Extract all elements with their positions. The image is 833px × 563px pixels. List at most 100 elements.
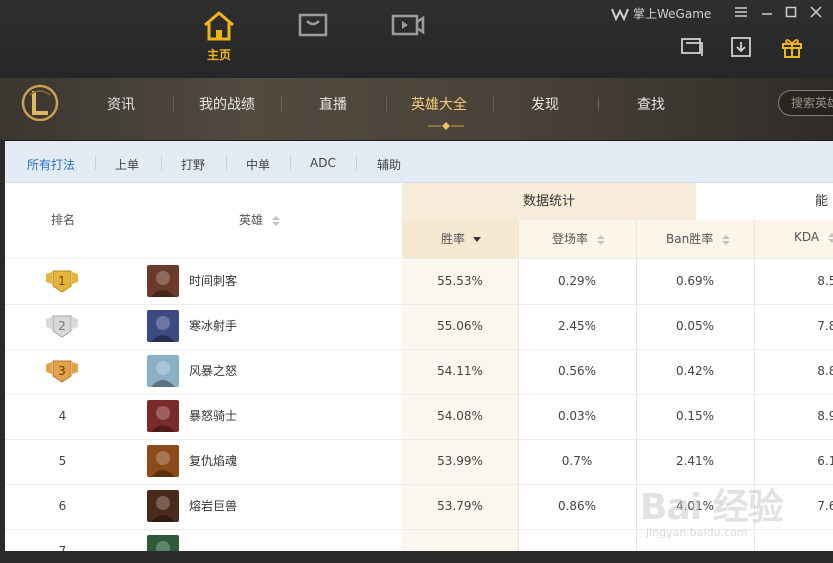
minimize-button[interactable]	[756, 3, 778, 21]
baidu-watermark: Bai 经验 jingyan.baidu.com	[640, 470, 830, 550]
filter-tab-jungle[interactable]: 打野	[181, 156, 205, 173]
table-row[interactable]: 4 暴怒骑士 54.08% 0.03% 0.15% 8.98	[5, 394, 833, 439]
header-kda[interactable]: KDA	[794, 230, 833, 244]
rank-medal-icon: 3	[46, 360, 78, 383]
header-item-live[interactable]: 直播	[319, 94, 347, 114]
hero-name[interactable]: 风暴之怒	[189, 349, 237, 394]
stats-group-header[interactable]: 数据统计	[402, 183, 696, 220]
gift-icon	[782, 39, 802, 58]
sort-icon	[722, 234, 731, 245]
header-divider	[493, 97, 494, 111]
winrate-value: 55.53%	[437, 274, 483, 288]
nav-video[interactable]	[378, 10, 438, 40]
hero-search-input[interactable]	[779, 91, 833, 115]
winrate-value: 53.99%	[437, 454, 483, 468]
hero-avatar[interactable]	[147, 265, 179, 297]
header-kda-label: KDA	[794, 230, 820, 244]
winrate-value: 53.79%	[437, 499, 483, 513]
sort-icon	[271, 215, 280, 226]
header-item-discover[interactable]: 发现	[531, 94, 559, 114]
hero-avatar[interactable]	[147, 355, 179, 387]
banwin-value: 0.15%	[675, 409, 715, 423]
hero-name[interactable]: 时间刺客	[189, 259, 237, 304]
download-button[interactable]	[730, 36, 752, 62]
hero-name[interactable]: 复仇焰魂	[189, 439, 237, 484]
lane-filter-bar: 所有打法 上单 打野 中单 ADC 辅助	[5, 141, 833, 183]
header-item-search[interactable]: 查找	[637, 94, 665, 114]
header-item-news[interactable]: 资讯	[107, 94, 135, 114]
ability-group-header[interactable]: 能	[815, 183, 828, 220]
minimize-icon	[762, 13, 772, 15]
table-row[interactable]: 1 时间刺客 55.53% 0.29% 0.69% 8.56	[5, 259, 833, 304]
rank-number: 2	[58, 319, 66, 333]
sort-icon	[827, 232, 833, 243]
hero-search[interactable]	[778, 90, 833, 116]
kda-value: 7.83	[817, 319, 833, 333]
kda-value: 8.98	[817, 409, 833, 423]
wegame-brand[interactable]: 掌上WeGame	[611, 5, 711, 22]
nav-home[interactable]: 主页	[189, 10, 249, 63]
winrate-value: 55.06%	[437, 319, 483, 333]
banwin-value: 0.69%	[675, 274, 715, 288]
menu-button[interactable]	[730, 3, 752, 21]
chat-button[interactable]	[680, 36, 704, 62]
header-banwin[interactable]: Ban胜率	[666, 230, 731, 247]
filter-tab-all[interactable]: 所有打法	[27, 156, 75, 173]
header-rank: 排名	[51, 211, 75, 228]
filter-tab-adc[interactable]: ADC	[310, 156, 336, 170]
hero-avatar[interactable]	[147, 490, 179, 522]
hero-avatar[interactable]	[147, 445, 179, 477]
header-divider	[173, 97, 174, 111]
hero-avatar[interactable]	[147, 400, 179, 432]
hero-avatar[interactable]	[147, 310, 179, 342]
video-icon	[391, 14, 425, 36]
close-icon	[810, 6, 822, 18]
active-tab-indicator	[428, 122, 464, 130]
banwin-value: 0.05%	[675, 319, 715, 333]
maximize-button[interactable]	[780, 3, 802, 21]
rank-number: 3	[58, 364, 66, 378]
maximize-icon	[785, 6, 797, 18]
header-rank-label: 排名	[51, 213, 76, 227]
filter-divider	[356, 156, 357, 170]
brand-label: 掌上WeGame	[633, 7, 712, 21]
banwin-value: 0.42%	[675, 364, 715, 378]
nav-store[interactable]	[283, 10, 343, 40]
header-item-heroes[interactable]: 英雄大全	[411, 94, 467, 114]
pickrate-value: 2.45%	[557, 319, 597, 333]
hero-name[interactable]: 熔岩巨兽	[189, 484, 237, 529]
rank-number: 5	[58, 454, 67, 468]
pickrate-value: 0.86%	[557, 499, 597, 513]
header-divider	[386, 97, 387, 111]
filter-tab-top[interactable]: 上单	[115, 156, 139, 173]
kda-value: 8.56	[817, 274, 833, 288]
rank-number: 1	[58, 274, 66, 288]
rank-number: 7	[58, 544, 67, 551]
menu-icon	[735, 7, 747, 17]
header-winrate[interactable]: 胜率	[441, 230, 481, 247]
download-icon	[731, 37, 751, 57]
header-pickrate[interactable]: 登场率	[552, 230, 605, 247]
filter-tab-mid[interactable]: 中单	[246, 156, 270, 173]
filter-divider	[161, 156, 162, 170]
winrate-value	[402, 529, 518, 551]
gift-button[interactable]	[780, 36, 804, 64]
table-row[interactable]: 2 寒冰射手 55.06% 2.45% 0.05% 7.83	[5, 304, 833, 349]
header-divider	[281, 97, 282, 111]
filter-tab-support[interactable]: 辅助	[377, 156, 401, 173]
winrate-value: 54.08%	[437, 409, 483, 423]
header-hero[interactable]: 英雄	[239, 211, 280, 228]
home-icon	[204, 11, 234, 41]
header-item-my-record[interactable]: 我的战绩	[199, 94, 255, 114]
rank-medal-icon: 1	[46, 270, 78, 293]
winrate-value: 54.11%	[437, 364, 483, 378]
hero-name[interactable]: 寒冰射手	[189, 304, 237, 349]
header-hero-label: 英雄	[239, 213, 264, 227]
close-button[interactable]	[805, 3, 827, 21]
rank-medal-icon: 2	[46, 315, 78, 338]
header-divider	[598, 97, 599, 111]
hero-name[interactable]: 暴怒骑士	[189, 394, 237, 439]
wegame-logo-icon	[611, 8, 629, 21]
hero-avatar[interactable]	[147, 535, 179, 551]
table-row[interactable]: 3 风暴之怒 54.11% 0.56% 0.42% 8.86	[5, 349, 833, 394]
